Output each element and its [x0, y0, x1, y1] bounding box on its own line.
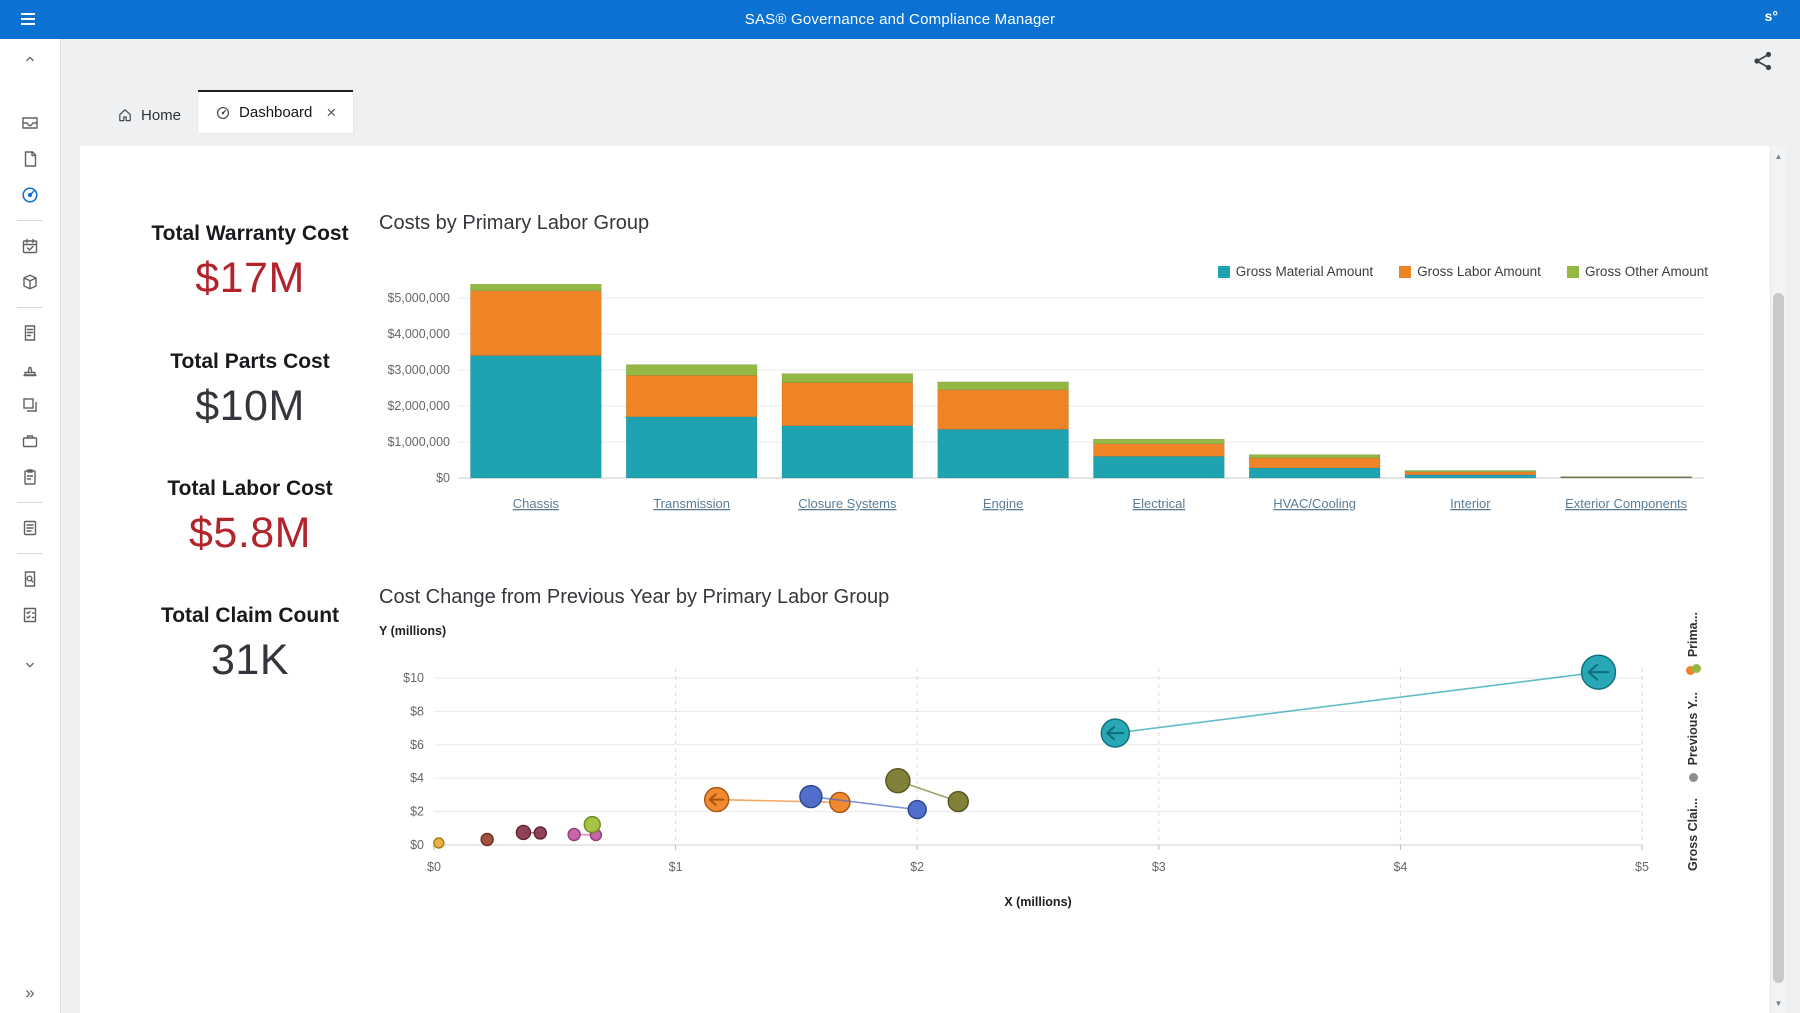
svg-text:$2: $2	[910, 860, 924, 874]
calendar-icon[interactable]	[12, 228, 48, 264]
legend-swatch	[1567, 266, 1579, 278]
legend-item[interactable]: Prima...	[1686, 612, 1700, 676]
tab-home[interactable]: Home	[100, 97, 198, 133]
legend-label: Gross Other Amount	[1585, 264, 1708, 279]
left-toolbar: »	[0, 39, 61, 1013]
copy-icon[interactable]	[12, 387, 48, 423]
scrollbar-up-icon[interactable]: ▲	[1771, 148, 1786, 164]
bar-chart-legend: Gross Material Amount Gross Labor Amount…	[1218, 264, 1708, 279]
legend-label: Gross Material Amount	[1236, 264, 1373, 279]
search-document-icon[interactable]	[12, 561, 48, 597]
tab-dashboard[interactable]: Dashboard ×	[198, 90, 353, 133]
svg-text:$5,000,000: $5,000,000	[387, 291, 450, 305]
checklist-icon[interactable]	[12, 597, 48, 633]
kpi-label: Total Labor Cost	[80, 477, 420, 501]
svg-text:Exterior Components: Exterior Components	[1565, 496, 1688, 511]
kpi-label: Total Parts Cost	[80, 350, 420, 374]
kpi-label: Total Claim Count	[80, 604, 420, 628]
kpi-value: $5.8M	[80, 509, 420, 558]
svg-text:$5: $5	[1635, 860, 1649, 874]
legend-item[interactable]: Gross Labor Amount	[1399, 264, 1541, 279]
scrollbar[interactable]: ▲ ▼	[1770, 146, 1786, 1013]
report-icon[interactable]	[12, 141, 48, 177]
legend-label: Previous Y...	[1686, 692, 1700, 765]
svg-text:Interior: Interior	[1450, 496, 1491, 511]
stacked-bar-chart[interactable]: $0 $1,000,000 $2,000,000 $3,000,000 $4,000,0…	[380, 284, 1710, 524]
dashboard-icon[interactable]	[12, 177, 48, 213]
package-icon[interactable]	[12, 264, 48, 300]
kpi-value: 31K	[80, 636, 420, 685]
scrollbar-down-icon[interactable]: ▼	[1771, 995, 1786, 1011]
svg-text:HVAC/Cooling: HVAC/Cooling	[1273, 496, 1356, 511]
svg-text:$4: $4	[410, 771, 424, 785]
kpi-value: $17M	[80, 254, 420, 303]
svg-text:Closure Systems: Closure Systems	[798, 496, 897, 511]
legend-item[interactable]: Gross Clai...	[1686, 798, 1700, 871]
rail-divider	[17, 502, 43, 503]
menu-icon[interactable]	[18, 9, 40, 29]
kpi-label: Total Warranty Cost	[80, 222, 420, 246]
svg-text:$8: $8	[410, 704, 424, 718]
svg-text:Electrical: Electrical	[1133, 496, 1186, 511]
briefcase-icon[interactable]	[12, 423, 48, 459]
legend-item[interactable]: Previous Y...	[1686, 692, 1700, 781]
tab-bar: Home Dashboard ×	[100, 92, 353, 133]
share-icon[interactable]	[1752, 50, 1774, 72]
svg-text:$6: $6	[410, 738, 424, 752]
kpi-value: $10M	[80, 382, 420, 431]
y-axis-label: Y (millions)	[379, 624, 446, 638]
svg-text:$2: $2	[410, 805, 424, 819]
scrollbar-thumb[interactable]	[1773, 293, 1784, 983]
svg-text:$3: $3	[1152, 860, 1166, 874]
notebook-icon[interactable]	[12, 510, 48, 546]
svg-text:$1,000,000: $1,000,000	[387, 435, 450, 449]
dashboard-tab-icon	[215, 105, 231, 121]
svg-text:$10: $10	[403, 671, 424, 685]
bubble-pair-icon	[1686, 664, 1700, 676]
rail-divider	[17, 553, 43, 554]
svg-text:$0: $0	[410, 838, 424, 852]
expand-panel-icon[interactable]: »	[25, 983, 34, 1003]
svg-text:$4: $4	[1393, 860, 1407, 874]
app-header: SAS® Governance and Compliance Manager s…	[0, 0, 1800, 39]
svg-text:Transmission: Transmission	[653, 496, 730, 511]
legend-item[interactable]: Gross Other Amount	[1567, 264, 1708, 279]
inbox-icon[interactable]	[12, 105, 48, 141]
dashboard-panel: Total Warranty Cost $17M Total Parts Cos…	[80, 146, 1786, 1013]
legend-item[interactable]: Gross Material Amount	[1218, 264, 1373, 279]
bar-chart-title: Costs by Primary Labor Group	[379, 212, 649, 235]
rail-divider	[17, 307, 43, 308]
stamp-icon[interactable]	[12, 351, 48, 387]
scroll-up-icon[interactable]	[12, 47, 48, 71]
svg-text:$0: $0	[427, 860, 441, 874]
rail-divider	[17, 220, 43, 221]
svg-text:$0: $0	[436, 471, 450, 485]
profile-icon[interactable]: s°	[1765, 8, 1778, 24]
clipboard-icon[interactable]	[12, 459, 48, 495]
legend-swatch	[1218, 266, 1230, 278]
bubble-chart-side-legend: Prima... Previous Y... Gross Clai...	[1676, 612, 1710, 871]
tab-label: Dashboard	[239, 104, 312, 121]
document-icon[interactable]	[12, 315, 48, 351]
svg-text:Engine: Engine	[983, 496, 1023, 511]
svg-text:$4,000,000: $4,000,000	[387, 327, 450, 341]
bubble-icon	[1689, 773, 1698, 782]
legend-label: Gross Clai...	[1686, 798, 1700, 871]
home-icon	[117, 107, 133, 123]
app-title: SAS® Governance and Compliance Manager	[745, 0, 1056, 39]
close-tab-icon[interactable]: ×	[326, 104, 336, 121]
svg-text:$1: $1	[669, 860, 683, 874]
legend-label: Prima...	[1686, 612, 1700, 657]
chevron-down-icon[interactable]	[12, 647, 48, 683]
svg-text:Chassis: Chassis	[513, 496, 560, 511]
tab-label: Home	[141, 107, 181, 124]
svg-text:$3,000,000: $3,000,000	[387, 363, 450, 377]
legend-label: Gross Labor Amount	[1417, 264, 1541, 279]
app-window: SAS® Governance and Compliance Manager s…	[0, 0, 1800, 1013]
bubble-chart-title: Cost Change from Previous Year by Primar…	[379, 586, 889, 609]
svg-text:$2,000,000: $2,000,000	[387, 399, 450, 413]
svg-text:X (millions): X (millions)	[1004, 895, 1071, 909]
legend-swatch	[1399, 266, 1411, 278]
bubble-chart[interactable]: $0 $2 $4 $6 $8 $10 $0 $1 $2 $3 $4 $5 X (millions)	[380, 650, 1710, 914]
